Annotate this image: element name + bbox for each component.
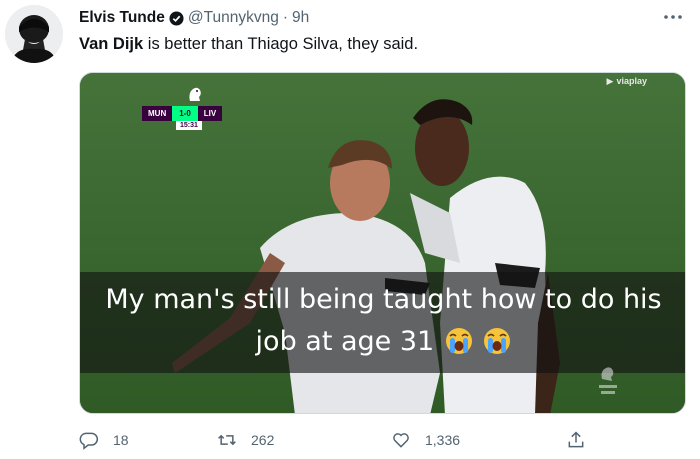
handle[interactable]: @Tunnykvng — [188, 9, 279, 27]
like-button[interactable]: 1,336 — [391, 428, 460, 452]
media-video[interactable]: MUN 1-0 LIV 15:31 ▶ viaplay My man's stil… — [79, 72, 686, 414]
caption-line-2-text: job at age 31 — [255, 326, 435, 357]
broadcaster-name: viaplay — [616, 76, 647, 86]
scorebug-score: 1-0 — [172, 106, 198, 121]
reply-count: 18 — [113, 432, 129, 448]
tweet-actions: 18 262 1,336 — [79, 428, 599, 452]
scorebug-clock: 15:31 — [176, 121, 202, 130]
retweet-count: 262 — [251, 432, 275, 448]
share-icon — [568, 431, 584, 448]
like-count: 1,336 — [425, 432, 461, 448]
tweet-header: Elvis Tunde @Tunnykvng · 9h — [79, 8, 309, 28]
broadcaster-logo: ▶ viaplay — [607, 76, 647, 87]
scorebug-home: MUN — [142, 106, 173, 121]
tweet-text-bold: Van Dijk — [79, 35, 144, 53]
avatar[interactable] — [5, 5, 63, 63]
loudly-crying-face-icon — [445, 328, 472, 354]
share-button[interactable] — [566, 428, 600, 452]
like-icon — [393, 433, 409, 448]
retweet-button[interactable]: 262 — [217, 428, 274, 452]
premier-league-logo — [189, 87, 201, 101]
caption-line-2: job at age 31 — [80, 321, 685, 363]
tweet-text: Van Dijk is better than Thiago Silva, th… — [79, 35, 418, 54]
display-name[interactable]: Elvis Tunde — [79, 9, 165, 27]
reply-icon — [79, 432, 99, 450]
retweet-icon — [218, 434, 236, 446]
caption-line-1: My man's still being taught how to do hi… — [105, 284, 662, 315]
tweet: Elvis Tunde @Tunnykvng · 9h Van Dijk is … — [0, 0, 700, 459]
premier-league-watermark — [599, 367, 617, 394]
tweet-text-rest: is better than Thiago Silva, they said. — [143, 35, 419, 53]
timestamp[interactable]: 9h — [292, 9, 309, 27]
verified-icon — [169, 10, 184, 26]
separator-dot: · — [282, 9, 288, 26]
scorebug: MUN 1-0 LIV — [142, 106, 223, 121]
play-icon: ▶ — [606, 76, 614, 86]
loudly-crying-face-icon-2 — [484, 328, 511, 354]
reply-button[interactable]: 18 — [79, 428, 129, 452]
more-icon[interactable] — [662, 10, 684, 24]
video-caption: My man's still being taught how to do hi… — [80, 279, 685, 363]
scorebug-away: LIV — [197, 106, 223, 121]
